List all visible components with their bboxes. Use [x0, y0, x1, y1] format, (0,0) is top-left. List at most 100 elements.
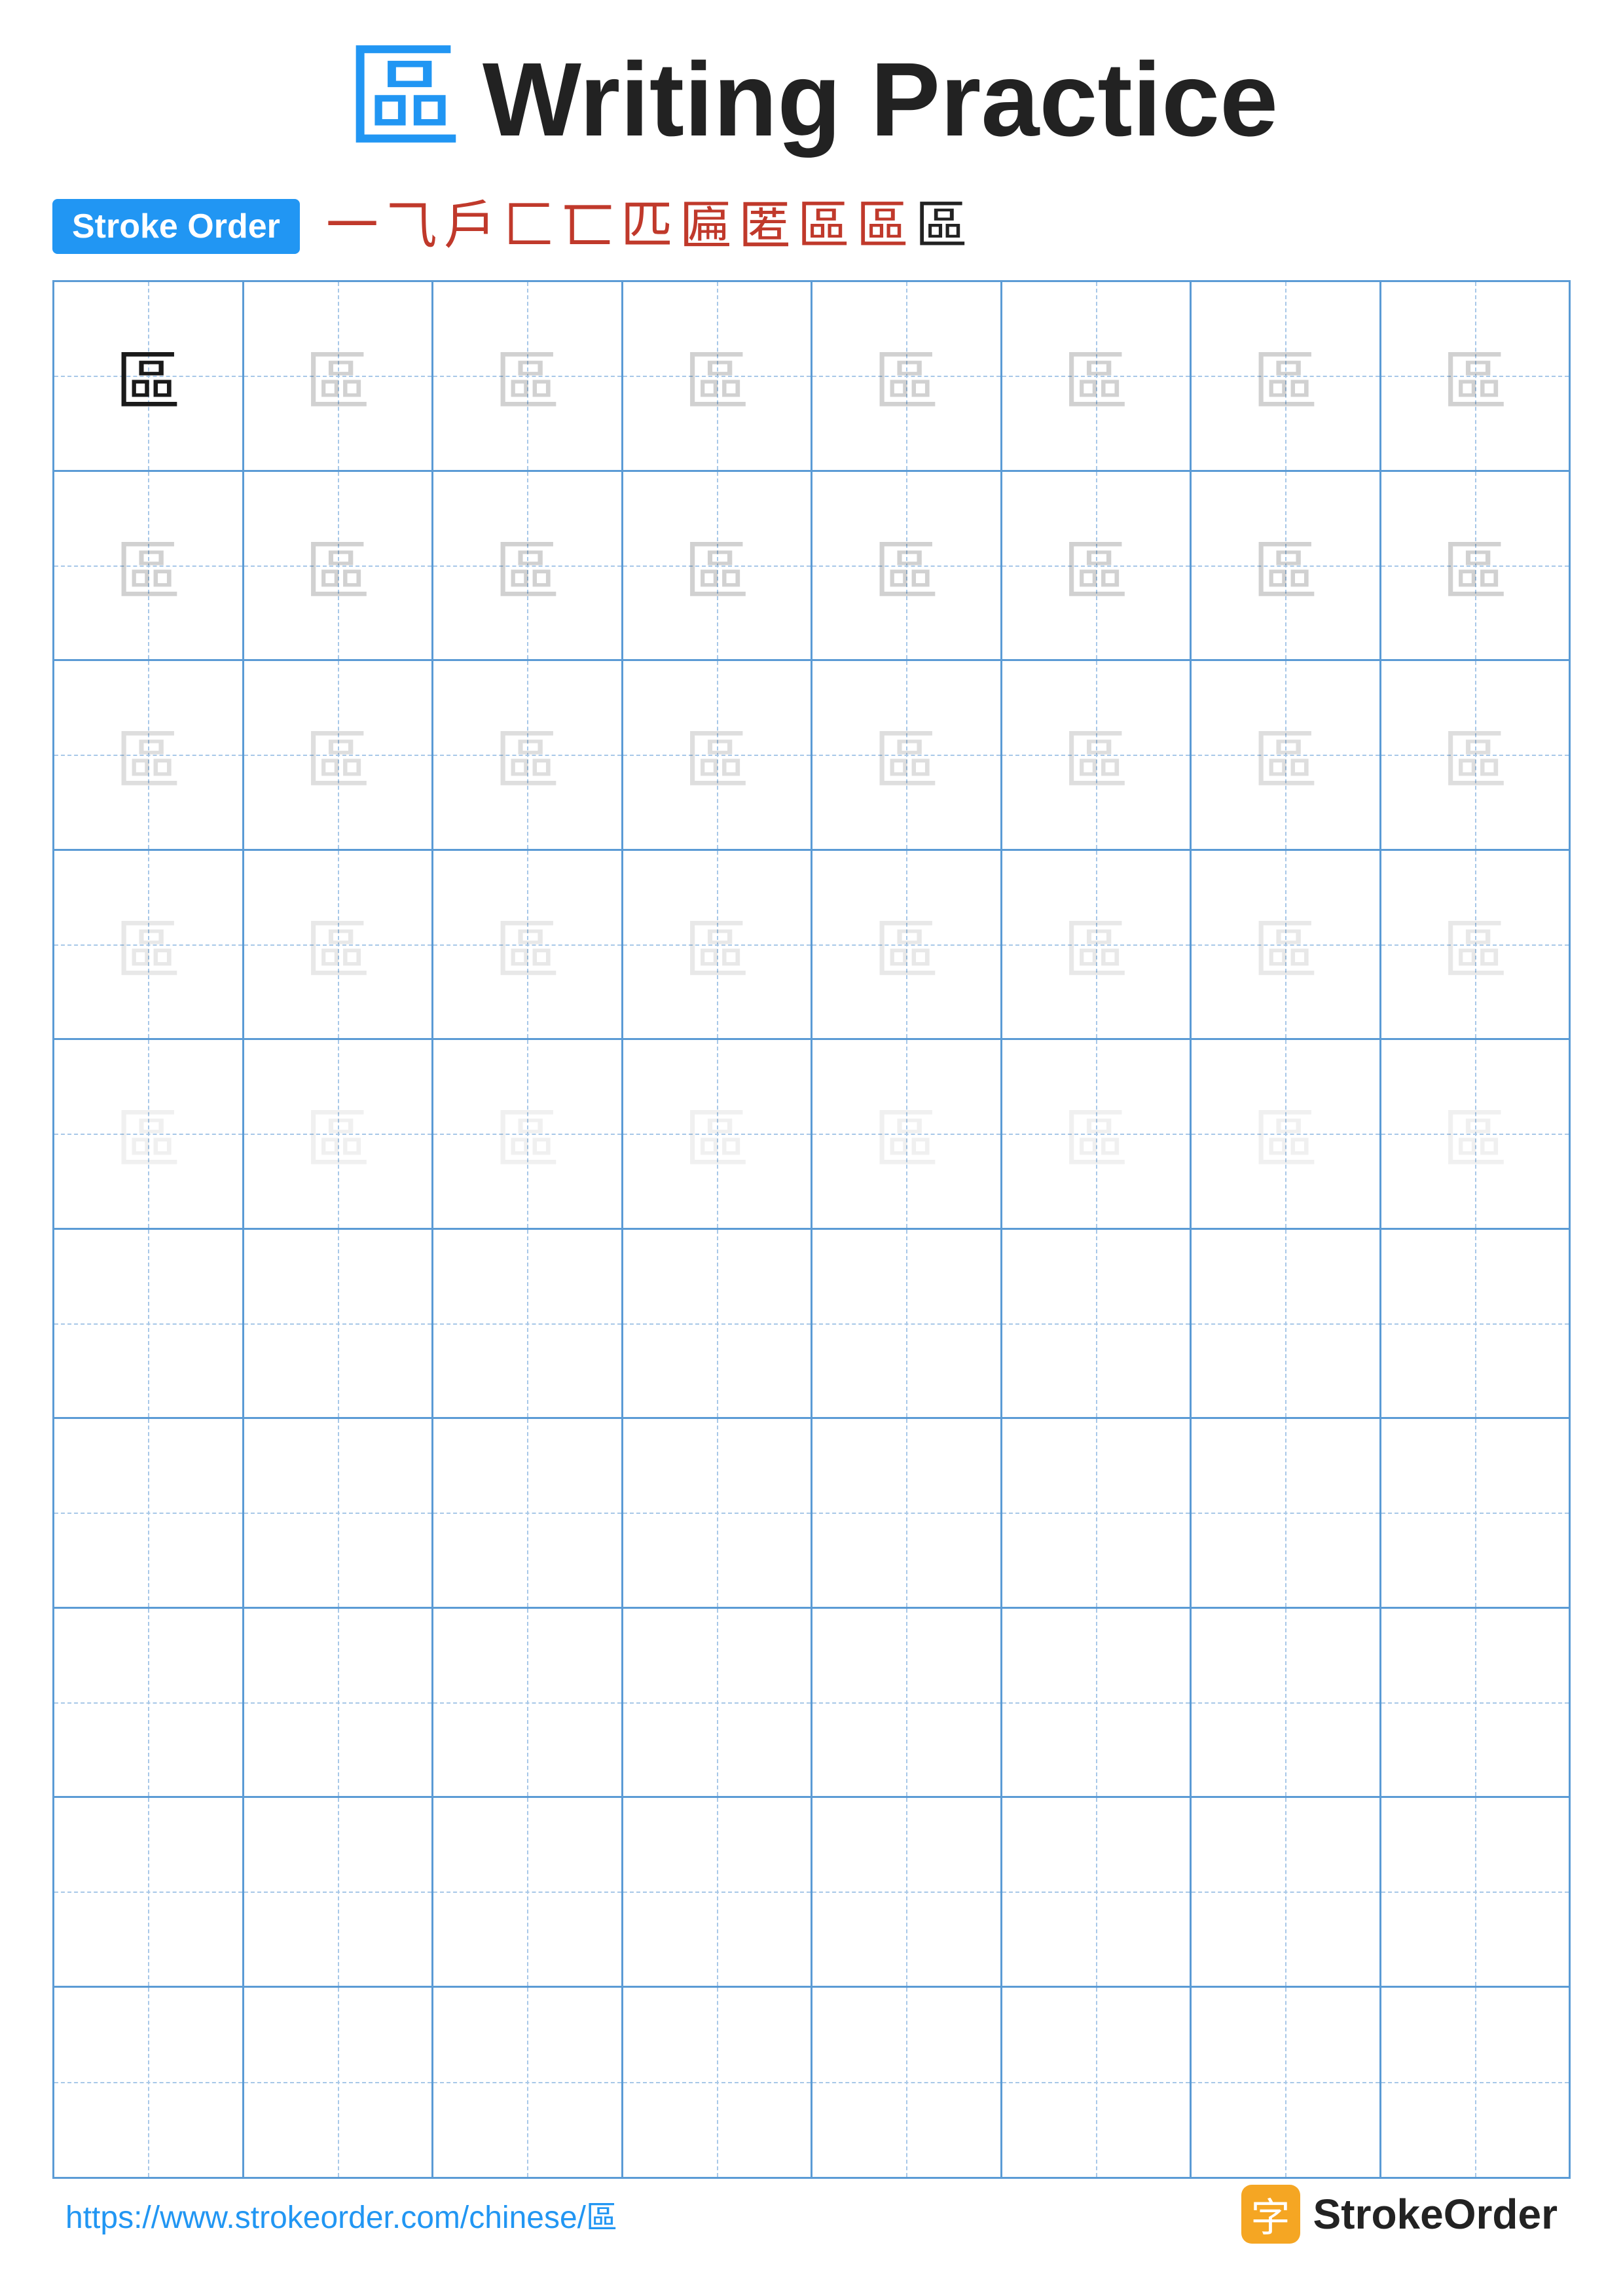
grid-cell[interactable]	[1192, 1609, 1381, 1799]
grid-cell[interactable]	[623, 1798, 813, 1988]
grid-cell[interactable]	[1002, 1419, 1192, 1609]
title-chinese-char: 區	[345, 41, 463, 158]
grid-cell[interactable]	[812, 1798, 1002, 1988]
grid-cell[interactable]: 區	[433, 282, 623, 472]
grid-cell[interactable]	[1381, 1230, 1569, 1420]
grid-cell[interactable]: 區	[812, 282, 1002, 472]
brand-icon: 字	[1241, 2185, 1300, 2244]
grid-cell[interactable]	[433, 1419, 623, 1609]
grid-cell[interactable]: 區	[1192, 851, 1381, 1041]
grid-cell[interactable]: 區	[1002, 472, 1192, 662]
grid-cell[interactable]	[1192, 1798, 1381, 1988]
grid-cell[interactable]	[54, 1609, 244, 1799]
footer-url[interactable]: https://www.strokeorder.com/chinese/區	[65, 2191, 617, 2237]
grid-row-8	[54, 1609, 1569, 1799]
cell-char: 區	[115, 1086, 181, 1181]
grid-cell[interactable]: 區	[1002, 851, 1192, 1041]
cell-char: 區	[305, 897, 371, 992]
brand-name: StrokeOrder	[1313, 2190, 1558, 2238]
grid-cell[interactable]	[433, 1988, 623, 2178]
grid-cell[interactable]	[1002, 1230, 1192, 1420]
grid-cell[interactable]	[1381, 1609, 1569, 1799]
grid-cell[interactable]	[1192, 1230, 1381, 1420]
grid-cell[interactable]	[812, 1419, 1002, 1609]
grid-cell[interactable]: 區	[54, 661, 244, 851]
grid-cell[interactable]: 區	[623, 472, 813, 662]
grid-cell[interactable]	[812, 1609, 1002, 1799]
grid-cell[interactable]: 區	[1002, 282, 1192, 472]
grid-cell[interactable]	[433, 1609, 623, 1799]
grid-cell[interactable]	[54, 1230, 244, 1420]
grid-cell[interactable]: 區	[1381, 851, 1569, 1041]
grid-cell[interactable]	[244, 1230, 434, 1420]
grid-cell[interactable]	[1381, 1988, 1569, 2178]
grid-cell[interactable]	[54, 1988, 244, 2178]
grid-cell[interactable]: 區	[244, 282, 434, 472]
grid-cell[interactable]: 區	[54, 472, 244, 662]
cell-char: 區	[873, 518, 939, 613]
grid-row-1: 區 區 區 區 區 區 區 區	[54, 282, 1569, 472]
grid-cell[interactable]: 區	[244, 661, 434, 851]
grid-row-6	[54, 1230, 1569, 1420]
grid-cell[interactable]: 區	[1002, 1040, 1192, 1230]
grid-cell[interactable]	[433, 1798, 623, 1988]
grid-cell[interactable]	[433, 1230, 623, 1420]
grid-cell[interactable]	[1002, 1609, 1192, 1799]
grid-cell[interactable]: 區	[54, 851, 244, 1041]
grid-cell[interactable]	[54, 1419, 244, 1609]
grid-cell[interactable]: 區	[54, 282, 244, 472]
grid-cell[interactable]	[1192, 1988, 1381, 2178]
cell-char: 區	[115, 708, 181, 802]
grid-cell[interactable]: 區	[623, 1040, 813, 1230]
grid-cell[interactable]: 區	[54, 1040, 244, 1230]
grid-cell[interactable]	[1192, 1419, 1381, 1609]
grid-cell[interactable]: 區	[244, 851, 434, 1041]
grid-cell[interactable]: 區	[244, 472, 434, 662]
cell-char: 區	[1252, 708, 1318, 802]
grid-cell[interactable]: 區	[623, 661, 813, 851]
grid-cell[interactable]: 區	[812, 661, 1002, 851]
cell-char: 區	[873, 897, 939, 992]
grid-cell[interactable]: 區	[244, 1040, 434, 1230]
grid-cell[interactable]: 區	[1381, 472, 1569, 662]
grid-cell[interactable]: 區	[1381, 282, 1569, 472]
cell-char: 區	[494, 897, 560, 992]
grid-cell[interactable]	[244, 1988, 434, 2178]
grid-cell[interactable]	[1381, 1798, 1569, 1988]
grid-cell[interactable]: 區	[433, 661, 623, 851]
grid-cell[interactable]: 區	[1002, 661, 1192, 851]
grid-cell[interactable]: 區	[812, 1040, 1002, 1230]
grid-cell[interactable]	[812, 1988, 1002, 2178]
grid-cell[interactable]	[623, 1988, 813, 2178]
grid-cell[interactable]: 區	[812, 851, 1002, 1041]
grid-cell[interactable]	[623, 1419, 813, 1609]
grid-cell[interactable]: 區	[1381, 661, 1569, 851]
grid-cell[interactable]: 區	[623, 851, 813, 1041]
grid-cell[interactable]	[244, 1419, 434, 1609]
stroke-step-5: 匸	[562, 200, 614, 253]
grid-cell[interactable]	[1381, 1419, 1569, 1609]
grid-cell[interactable]: 區	[433, 472, 623, 662]
grid-cell[interactable]	[54, 1798, 244, 1988]
grid-cell[interactable]: 區	[623, 282, 813, 472]
grid-cell[interactable]	[623, 1609, 813, 1799]
grid-row-5: 區 區 區 區 區 區 區 區	[54, 1040, 1569, 1230]
grid-cell[interactable]	[244, 1798, 434, 1988]
stroke-step-6: 匹	[621, 200, 673, 253]
grid-cell[interactable]	[812, 1230, 1002, 1420]
stroke-step-1: 一	[326, 200, 378, 253]
grid-cell[interactable]: 區	[1192, 282, 1381, 472]
stroke-sequence: 一 ⺄ 戶 匚 匸 匹 匾 匿 區 區 區	[326, 200, 968, 253]
grid-cell[interactable]: 區	[1192, 661, 1381, 851]
grid-cell[interactable]: 區	[812, 472, 1002, 662]
grid-cell[interactable]: 區	[433, 1040, 623, 1230]
grid-cell[interactable]	[1002, 1988, 1192, 2178]
grid-cell[interactable]: 區	[433, 851, 623, 1041]
grid-cell[interactable]	[1002, 1798, 1192, 1988]
grid-cell[interactable]: 區	[1192, 1040, 1381, 1230]
stroke-step-11: 區	[915, 200, 968, 253]
grid-cell[interactable]: 區	[1192, 472, 1381, 662]
grid-cell[interactable]	[623, 1230, 813, 1420]
grid-cell[interactable]: 區	[1381, 1040, 1569, 1230]
grid-cell[interactable]	[244, 1609, 434, 1799]
